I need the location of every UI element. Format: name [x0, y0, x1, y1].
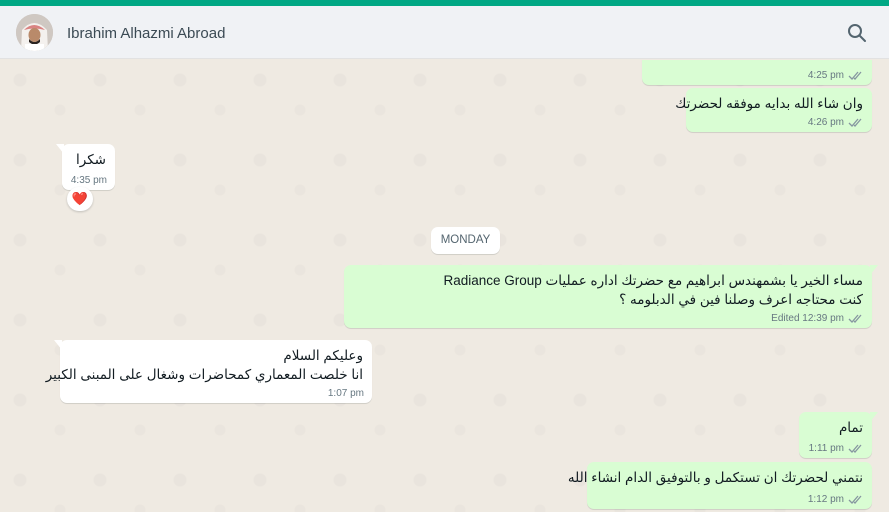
- message-text: نتمني لحضرتك ان تستكمل و بالتوفيق الدام …: [567, 470, 863, 485]
- message-meta: 1:11 pm: [809, 443, 864, 454]
- chat-header: Ibrahim Alhazmi Abroad: [0, 6, 889, 59]
- double-check-icon: [848, 71, 862, 80]
- message-text: شكرا: [76, 152, 106, 167]
- message-meta: 4:35 pm: [71, 175, 107, 186]
- contact-name[interactable]: Ibrahim Alhazmi Abroad: [67, 25, 225, 42]
- message-outgoing[interactable]: 4:25 pm: [642, 60, 872, 85]
- message-time: 1:12 pm: [807, 494, 844, 505]
- avatar[interactable]: [16, 14, 53, 51]
- message-meta: 1:12 pm: [808, 494, 864, 505]
- message-outgoing[interactable]: نتمني لحضرتك ان تستكمل و بالتوفيق الدام …: [567, 462, 872, 509]
- message-incoming[interactable]: وعليكم السلام انا خلصت المعماري كمحاضرات…: [45, 340, 372, 403]
- message-meta: Edited 12:39 pm: [771, 313, 864, 324]
- message-time: 1:11 pm: [808, 443, 844, 454]
- message-outgoing[interactable]: تمام 1:11 pm: [799, 412, 878, 458]
- message-text-line: مساء الخير يا بشمهندس ابراهيم مع حضرتك ا…: [443, 273, 863, 288]
- search-icon[interactable]: [846, 22, 868, 44]
- message-time: 4:35 pm: [70, 175, 107, 186]
- double-check-icon: [848, 118, 862, 127]
- message-text-line: انا خلصت المعماري كمحاضرات وشغال على الم…: [45, 367, 363, 382]
- message-outgoing[interactable]: مساء الخير يا بشمهندس ابراهيم مع حضرتك ا…: [344, 265, 878, 328]
- message-incoming[interactable]: شكرا 4:35 pm: [56, 144, 115, 190]
- day-divider: MONDAY: [431, 227, 500, 254]
- message-text: تمام: [838, 420, 863, 435]
- message-text-line: وعليكم السلام: [283, 348, 363, 363]
- double-check-icon: [848, 444, 862, 453]
- message-meta: 1:07 pm: [328, 388, 364, 399]
- double-check-icon: [848, 314, 862, 323]
- message-time: 4:25 pm: [807, 70, 844, 81]
- message-meta: 4:26 pm: [808, 117, 864, 128]
- chat-area[interactable]: 4:25 pm وان شاء الله بدايه موفقه لحضرتك …: [0, 60, 889, 512]
- message-outgoing[interactable]: وان شاء الله بدايه موفقه لحضرتك 4:26 pm: [675, 88, 872, 132]
- message-meta: 4:25 pm: [808, 70, 864, 81]
- message-text: وان شاء الله بدايه موفقه لحضرتك: [675, 96, 863, 111]
- message-text-line: كنت محتاجه اعرف وصلنا فين في الدبلومه ؟: [619, 292, 863, 307]
- message-time: 4:26 pm: [807, 117, 844, 128]
- double-check-icon: [848, 495, 862, 504]
- heart-icon[interactable]: ❤️: [67, 187, 93, 211]
- message-time: Edited 12:39 pm: [771, 313, 844, 324]
- message-time: 1:07 pm: [327, 388, 364, 399]
